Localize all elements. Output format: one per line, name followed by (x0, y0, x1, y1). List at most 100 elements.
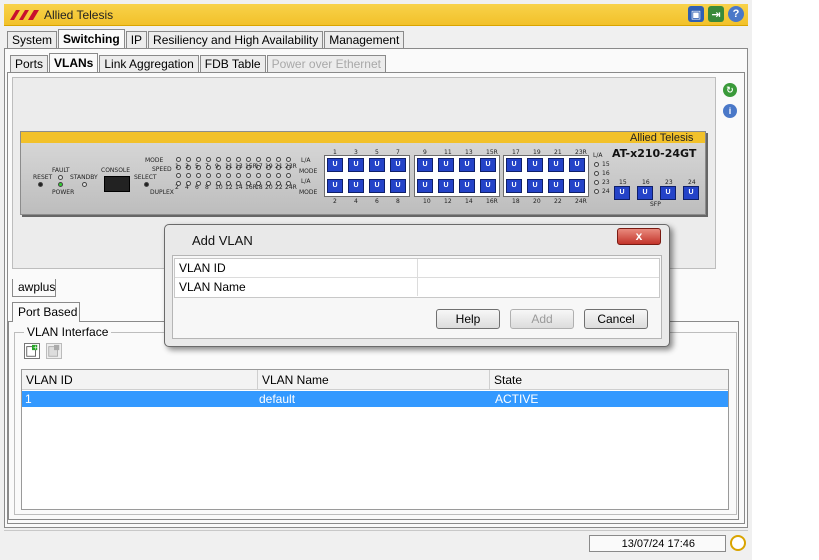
port-led (176, 157, 181, 162)
ethernet-port-13[interactable]: U (459, 158, 475, 172)
column-header-vlan-name[interactable]: VLAN Name (258, 370, 490, 390)
reset-button-led[interactable] (38, 182, 43, 187)
port-number-label: 17 (512, 149, 520, 156)
tab-management[interactable]: Management (324, 31, 405, 49)
ethernet-port-11[interactable]: U (438, 158, 454, 172)
main-tabs: System Switching IP Resiliency and High … (7, 29, 405, 49)
vlan-interface-label: VLAN Interface (24, 325, 112, 339)
vlan-table: VLAN ID VLAN Name State 1 default ACTIVE (21, 369, 729, 510)
ethernet-port-21[interactable]: U (548, 158, 564, 172)
sfp-number-label: 16 (642, 179, 650, 186)
sfp-port-16[interactable]: U (637, 186, 653, 200)
sfp-number-label: 23 (665, 179, 673, 186)
tab-system[interactable]: System (7, 31, 58, 49)
port-number-label: 4 (354, 198, 358, 205)
sfp-led-label: 16 (602, 170, 610, 177)
help-icon[interactable]: ? (728, 6, 744, 22)
logout-icon[interactable]: ⇥ (708, 6, 724, 22)
led-port-number: 1 (175, 163, 179, 170)
ethernet-port-10[interactable]: U (417, 179, 433, 193)
led-port-number: 22 (275, 184, 283, 191)
ethernet-port-18[interactable]: U (506, 179, 522, 193)
port-led (206, 157, 211, 162)
ethernet-port-16R[interactable]: U (480, 179, 496, 193)
ethernet-port-8[interactable]: U (390, 179, 406, 193)
tab-power-over-ethernet: Power over Ethernet (266, 55, 386, 73)
port-led (226, 173, 231, 178)
mode-select-button[interactable] (144, 182, 149, 187)
vlan-id-row: VLAN ID (175, 259, 659, 278)
ethernet-port-3[interactable]: U (348, 158, 364, 172)
tab-ip[interactable]: IP (125, 31, 148, 49)
column-header-state[interactable]: State (490, 370, 729, 390)
ethernet-port-23R[interactable]: U (569, 158, 585, 172)
vlan-name-input[interactable] (417, 278, 659, 296)
ethernet-port-12[interactable]: U (438, 179, 454, 193)
ethernet-port-6[interactable]: U (369, 179, 385, 193)
led-port-number: 8 (205, 184, 209, 191)
led-port-number: 3 (185, 163, 189, 170)
port-number-label: 15R (486, 149, 498, 156)
vlan-id-input[interactable] (417, 259, 659, 277)
ethernet-port-1[interactable]: U (327, 158, 343, 172)
tab-switching[interactable]: Switching (58, 29, 125, 49)
port-number-label: 22 (554, 198, 562, 205)
ethernet-port-19[interactable]: U (527, 158, 543, 172)
column-header-vlan-id[interactable]: VLAN ID (22, 370, 258, 390)
led-port-number: 23R (285, 163, 297, 170)
add-vlan-icon[interactable]: + (24, 343, 40, 359)
tab-ports[interactable]: Ports (10, 55, 49, 73)
sfp-number-label: 24 (688, 179, 696, 186)
led-port-number: 10 (215, 184, 223, 191)
tab-fdb-table[interactable]: FDB Table (199, 55, 266, 73)
ethernet-port-20[interactable]: U (527, 179, 543, 193)
vlan-table-header: VLAN ID VLAN Name State (22, 370, 728, 390)
info-icon[interactable]: i (723, 104, 737, 118)
tab-resiliency[interactable]: Resiliency and High Availability (148, 31, 324, 49)
tab-vlans[interactable]: VLANs (49, 53, 99, 73)
ethernet-port-14[interactable]: U (459, 179, 475, 193)
ethernet-port-15R[interactable]: U (480, 158, 496, 172)
led-port-number: 13 (235, 163, 243, 170)
port-number-label: 19 (533, 149, 541, 156)
ethernet-port-2[interactable]: U (327, 179, 343, 193)
console-port[interactable] (104, 176, 130, 192)
tab-awplus[interactable]: awplus (12, 279, 56, 297)
port-number-label: 14 (465, 198, 473, 205)
port-number-label: 1 (333, 149, 337, 156)
fault-label: FAULT (52, 167, 70, 174)
ethernet-port-22[interactable]: U (548, 179, 564, 193)
cancel-button[interactable]: Cancel (584, 309, 648, 329)
ethernet-port-5[interactable]: U (369, 158, 385, 172)
led-port-number: 11 (225, 163, 233, 170)
la-label-top: L/A (301, 157, 311, 164)
clock-icon (730, 535, 746, 551)
ethernet-port-9[interactable]: U (417, 158, 433, 172)
app-title: Allied Telesis (44, 8, 114, 22)
port-led (216, 173, 221, 178)
tab-link-aggregation[interactable]: Link Aggregation (99, 55, 199, 73)
sfp-led (594, 171, 599, 176)
vlan-name-row: VLAN Name (175, 278, 659, 297)
port-led (176, 173, 181, 178)
ethernet-port-4[interactable]: U (348, 179, 364, 193)
sfp-led-label: 15 (602, 161, 610, 168)
ethernet-port-17[interactable]: U (506, 158, 522, 172)
sfp-port-24[interactable]: U (683, 186, 699, 200)
power-led (58, 182, 63, 187)
led-port-number: 18 (255, 184, 263, 191)
sfp-port-15[interactable]: U (614, 186, 630, 200)
table-row[interactable]: 1 default ACTIVE (22, 391, 728, 407)
help-button[interactable]: Help (436, 309, 500, 329)
port-number-label: 9 (423, 149, 427, 156)
sfp-port-23[interactable]: U (660, 186, 676, 200)
dialog-close-button[interactable]: x (617, 228, 661, 245)
ethernet-port-7[interactable]: U (390, 158, 406, 172)
save-icon[interactable]: ▣ (688, 6, 704, 22)
port-number-label: 20 (533, 198, 541, 205)
ethernet-port-24R[interactable]: U (569, 179, 585, 193)
port-led (246, 173, 251, 178)
refresh-icon[interactable]: ↻ (723, 83, 737, 97)
port-led (266, 157, 271, 162)
tab-port-based[interactable]: Port Based (12, 302, 80, 322)
